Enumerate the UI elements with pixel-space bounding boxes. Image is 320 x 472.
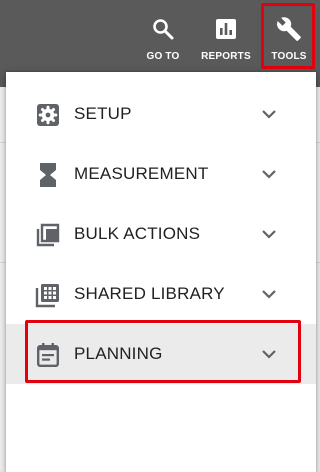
grid-library-icon [35, 282, 61, 308]
menu-item-label: PLANNING [74, 344, 163, 363]
menu-item-bulk-actions[interactable]: BULK ACTIONS [6, 204, 316, 264]
tools-label: TOOLS [271, 51, 307, 62]
chevron-down-icon [262, 290, 276, 299]
search-icon [149, 15, 177, 43]
chevron-down-icon [262, 230, 276, 239]
hourglass-icon [35, 162, 61, 188]
stacked-copies-icon [35, 222, 61, 248]
goto-label: GO TO [146, 51, 180, 62]
reports-label: REPORTS [201, 51, 251, 62]
tools-dropdown-menu: SETUP MEASUREMENT BULK ACTIONS SHARED LI… [6, 72, 316, 472]
calendar-notes-icon [35, 342, 61, 368]
menu-item-setup[interactable]: SETUP [6, 84, 316, 144]
tools-button[interactable]: TOOLS [262, 0, 316, 70]
menu-item-label: BULK ACTIONS [74, 224, 201, 243]
menu-item-label: SHARED LIBRARY [74, 284, 225, 303]
menu-item-label: SETUP [74, 104, 132, 123]
menu-item-label: MEASUREMENT [74, 164, 209, 183]
goto-button[interactable]: GO TO [140, 0, 186, 70]
reports-button[interactable]: REPORTS [198, 0, 254, 70]
wrench-icon [275, 15, 303, 43]
chevron-down-icon [262, 350, 276, 359]
gear-icon [35, 102, 61, 128]
menu-item-planning[interactable]: PLANNING [6, 324, 316, 384]
menu-item-measurement[interactable]: MEASUREMENT [6, 144, 316, 204]
chevron-down-icon [262, 110, 276, 119]
chevron-down-icon [262, 170, 276, 179]
menu-item-shared-library[interactable]: SHARED LIBRARY [6, 264, 316, 324]
bar-chart-icon [212, 15, 240, 43]
